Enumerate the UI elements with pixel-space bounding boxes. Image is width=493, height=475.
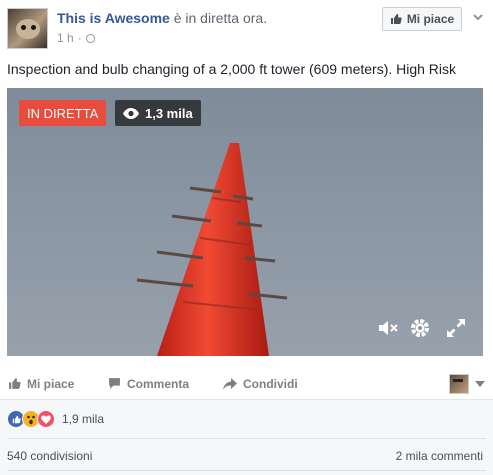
share-label: Condividi bbox=[243, 376, 298, 391]
viewer-count-badge: 1,3 mila bbox=[115, 100, 201, 126]
shares-count[interactable]: 540 condivisioni bbox=[7, 449, 92, 463]
comments-count[interactable]: 2 mila commenti bbox=[396, 449, 483, 463]
post-as-selector[interactable] bbox=[449, 370, 485, 397]
meta-separator: · bbox=[77, 31, 82, 45]
thumbs-up-icon bbox=[9, 378, 21, 389]
avatar-eye-left bbox=[21, 25, 26, 30]
user-avatar bbox=[449, 373, 469, 394]
comment-button[interactable]: Commenta bbox=[108, 370, 189, 397]
comment-label: Commenta bbox=[127, 376, 190, 391]
like-page-label: Mi piace bbox=[406, 12, 455, 26]
share-arrow-icon bbox=[223, 377, 237, 390]
like-page-button[interactable]: Mi piace bbox=[382, 7, 462, 31]
divider bbox=[7, 470, 486, 471]
thumbs-up-icon bbox=[390, 14, 402, 24]
love-icon bbox=[37, 410, 55, 428]
share-button[interactable]: Condividi bbox=[223, 370, 298, 397]
live-badge: IN DIRETTA bbox=[19, 100, 107, 126]
viewer-count: 1,3 mila bbox=[145, 105, 193, 121]
post-card: This is Awesome è in diretta ora. 1 h · … bbox=[0, 0, 493, 475]
avatar-eye-right bbox=[31, 25, 36, 30]
like-label: Mi piace bbox=[27, 376, 75, 391]
post-time-link[interactable]: 1 h bbox=[57, 31, 74, 45]
live-status-text: è in diretta ora. bbox=[173, 10, 268, 26]
comment-icon bbox=[109, 378, 120, 389]
divider bbox=[7, 438, 486, 439]
page-avatar[interactable] bbox=[7, 8, 48, 49]
reactions-summary[interactable]: 1,9 mila bbox=[7, 410, 104, 428]
fullscreen-icon[interactable] bbox=[444, 316, 468, 340]
avatar-face bbox=[16, 19, 40, 39]
mute-icon[interactable] bbox=[376, 316, 400, 340]
settings-gear-icon[interactable] bbox=[408, 316, 432, 340]
post-text: Inspection and bulb changing of a 2,000 … bbox=[7, 61, 457, 77]
like-button[interactable]: Mi piace bbox=[8, 370, 74, 397]
post-header-title: This is Awesome è in diretta ora. bbox=[57, 10, 267, 26]
page-name-link[interactable]: This is Awesome bbox=[57, 10, 170, 26]
reactions-count[interactable]: 1,9 mila bbox=[62, 412, 104, 426]
caret-down-icon bbox=[475, 380, 485, 387]
globe-icon bbox=[85, 33, 95, 43]
post-meta: 1 h · bbox=[57, 31, 95, 45]
live-video[interactable]: IN DIRETTA 1,3 mila bbox=[7, 88, 483, 356]
eye-icon bbox=[123, 107, 139, 119]
chevron-down-icon[interactable] bbox=[471, 10, 485, 24]
post-actions: Mi piace Commenta Condividi bbox=[0, 370, 493, 397]
